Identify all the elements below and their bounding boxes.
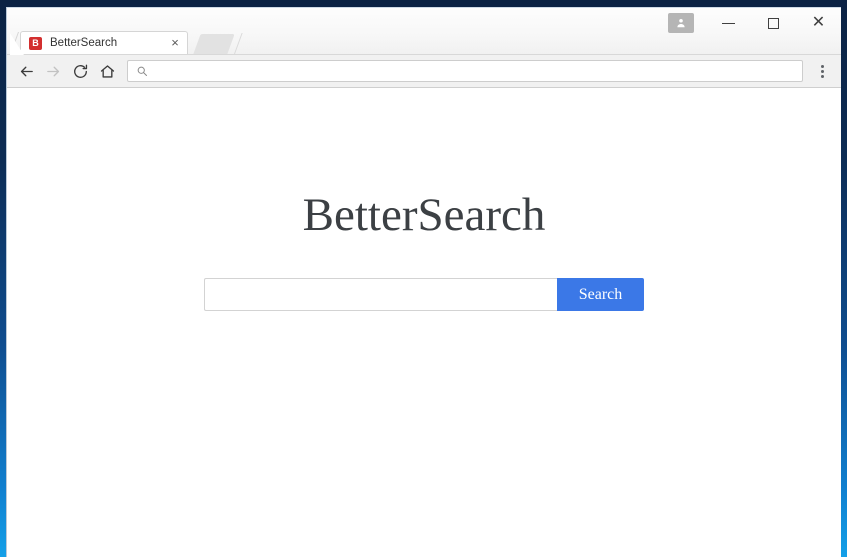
tab-title: BetterSearch <box>50 37 118 49</box>
minimize-icon <box>722 22 735 24</box>
tab-separator <box>234 33 248 54</box>
person-icon <box>677 18 685 28</box>
forward-button[interactable] <box>40 58 67 85</box>
search-input[interactable] <box>204 278 557 311</box>
menu-dot-icon <box>820 64 824 68</box>
desktop-background: B BetterSearch × ✕ BetterSearch Search <box>0 0 847 557</box>
background-tab-placeholder[interactable] <box>193 34 235 54</box>
close-window-icon: ✕ <box>811 14 826 31</box>
home-icon <box>100 64 115 78</box>
tab-strip: B BetterSearch × ✕ <box>7 8 841 55</box>
page-content: BetterSearch Search <box>7 88 841 557</box>
profile-button[interactable] <box>668 13 694 33</box>
menu-dot-icon <box>820 74 824 78</box>
back-arrow-icon <box>20 66 33 76</box>
window-controls: ✕ <box>668 8 841 46</box>
bettersearch-favicon-icon: B <box>29 36 42 50</box>
tab-bettersearch[interactable]: B BetterSearch × <box>10 31 188 55</box>
back-button[interactable] <box>13 58 40 85</box>
address-bar[interactable] <box>127 60 803 82</box>
search-button[interactable]: Search <box>557 278 644 311</box>
maximize-icon <box>768 17 779 29</box>
browser-toolbar <box>7 54 841 88</box>
search-form: Search <box>204 278 644 311</box>
search-icon <box>137 66 147 76</box>
browser-menu-button[interactable] <box>811 58 833 85</box>
reload-button[interactable] <box>67 58 94 85</box>
search-row: Search <box>7 278 841 311</box>
menu-dot-icon <box>820 69 824 73</box>
reload-icon <box>74 64 88 78</box>
maximize-button[interactable] <box>751 8 796 38</box>
minimize-button[interactable] <box>706 8 751 38</box>
close-tab-icon[interactable]: × <box>167 35 183 51</box>
close-window-button[interactable]: ✕ <box>796 8 841 38</box>
forward-arrow-icon <box>47 66 60 76</box>
browser-window: B BetterSearch × ✕ BetterSearch Search <box>6 7 841 557</box>
home-button[interactable] <box>94 58 121 85</box>
page-title: BetterSearch <box>302 189 546 241</box>
